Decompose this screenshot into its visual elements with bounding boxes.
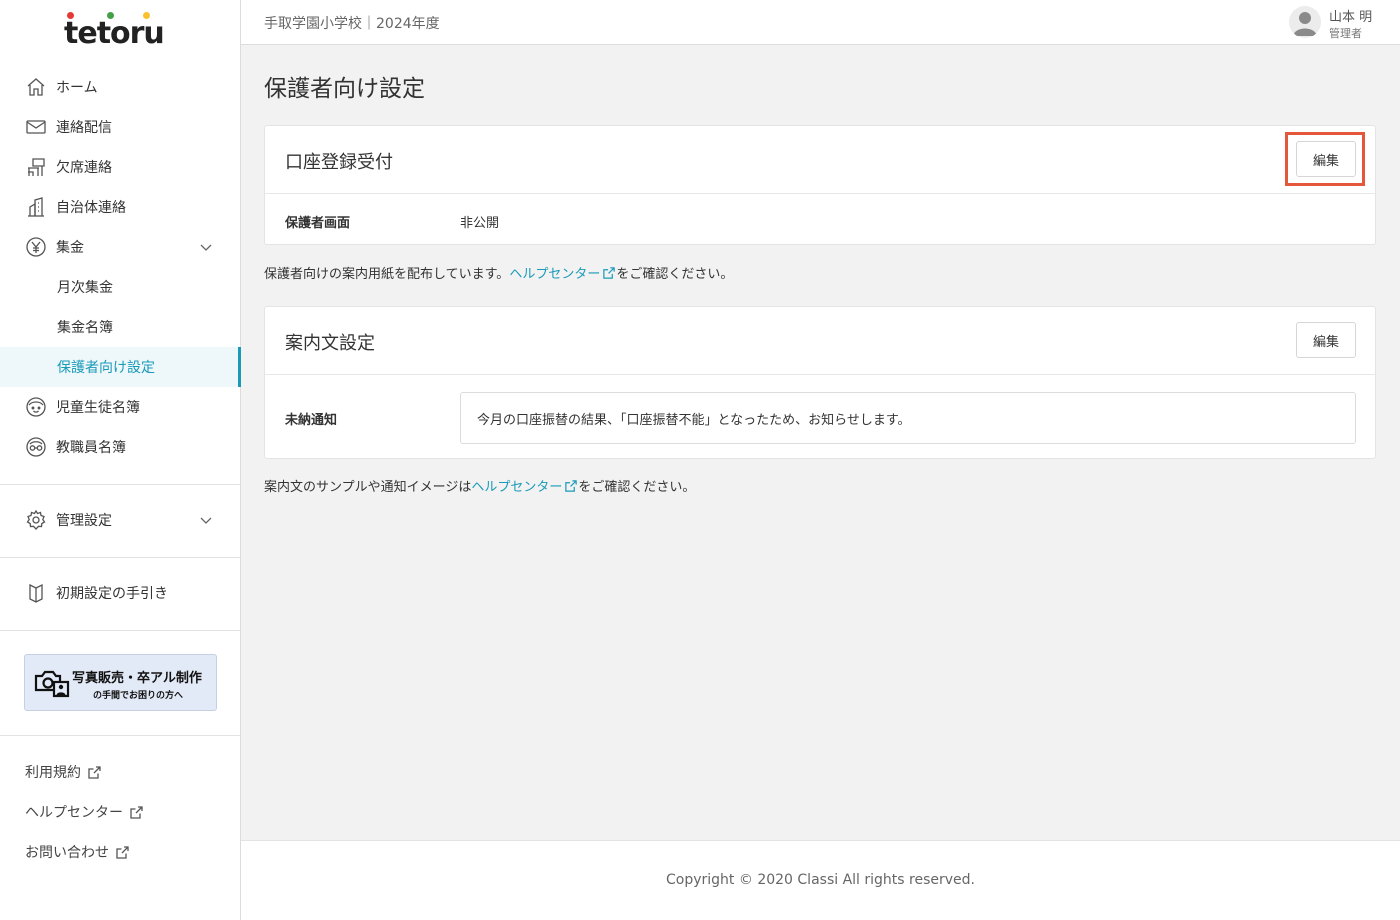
photo-sales-banner[interactable]: 写真販売・卒アル制作 の手間でお困りの方へ <box>24 654 217 711</box>
logo-dot-red <box>67 12 74 19</box>
unpaid-notice-value: 今月の口座振替の結果、「口座振替不能」となったため、お知らせします。 <box>477 413 911 428</box>
yen-icon <box>25 236 47 258</box>
sidebar-item-collection[interactable]: 集金 <box>0 227 240 267</box>
sidebar-item-municipality[interactable]: 自治体連絡 <box>0 187 240 227</box>
note-text: をご確認ください。 <box>616 267 734 282</box>
sidebar-item-label: ホーム <box>56 80 98 96</box>
logo-text: tetoru <box>64 16 165 51</box>
guide-text-card: 案内文設定 編集 未納通知 今月の口座振替の結果、「口座振替不能」となったため、… <box>264 306 1376 459</box>
sidebar-item-label: 月次集金 <box>57 280 113 296</box>
sidebar-item-label: 集金 <box>56 240 84 256</box>
school-name: 手取学園小学校｜2024年度 <box>264 16 440 32</box>
sidebar-item-monthly-collection[interactable]: 月次集金 <box>0 267 240 307</box>
sidebar-item-messages[interactable]: 連絡配信 <box>0 107 240 147</box>
home-icon <box>25 76 47 98</box>
edit-button[interactable]: 編集 <box>1296 141 1356 177</box>
card-title: 口座登録受付 <box>285 152 393 173</box>
guardian-screen-value: 非公開 <box>460 216 500 231</box>
sidebar-item-guardian-settings[interactable]: 保護者向け設定 <box>0 347 241 387</box>
sidebar-divider <box>0 735 240 736</box>
sidebar-item-setup-guide[interactable]: 初期設定の手引き <box>0 573 240 613</box>
chevron-down-icon[interactable] <box>200 514 212 526</box>
user-avatar[interactable] <box>1289 6 1321 38</box>
mail-icon <box>25 116 47 138</box>
guardian-screen-label: 保護者画面 <box>285 216 351 231</box>
edit-button[interactable]: 編集 <box>1296 322 1356 358</box>
user-icon <box>1293 12 1317 36</box>
sidebar-item-absence[interactable]: 欠席連絡 <box>0 147 240 187</box>
card-header: 口座登録受付 編集 <box>265 126 1375 194</box>
sidebar-item-home[interactable]: ホーム <box>0 67 240 107</box>
terms-link-label: 利用規約 <box>25 765 81 781</box>
card-title: 案内文設定 <box>285 333 375 354</box>
unpaid-notice-label: 未納通知 <box>285 413 338 428</box>
copyright: Copyright © 2020 Classi All rights reser… <box>666 872 975 888</box>
sidebar-item-label: 自治体連絡 <box>56 200 126 216</box>
page-title: 保護者向け設定 <box>264 76 425 102</box>
note-text: をご確認ください。 <box>578 480 696 495</box>
student-icon <box>25 396 47 418</box>
sidebar-divider <box>0 484 240 485</box>
book-icon <box>25 582 47 604</box>
sidebar-item-label: 児童生徒名簿 <box>56 400 140 416</box>
logo-dot-green <box>107 12 114 19</box>
external-link-icon <box>88 765 101 779</box>
card-header: 案内文設定 編集 <box>265 307 1375 375</box>
note-text: 案内文のサンプルや通知イメージは <box>264 480 472 495</box>
external-link-icon <box>130 805 143 819</box>
account-registration-card: 口座登録受付 編集 保護者画面 非公開 <box>264 125 1376 245</box>
sidebar-item-collection-list[interactable]: 集金名簿 <box>0 307 240 347</box>
external-link-icon <box>116 845 129 859</box>
sidebar-item-label: 欠席連絡 <box>56 160 112 176</box>
help-center-link-label: ヘルプセンター <box>509 267 601 282</box>
main-content: 保護者向け設定 口座登録受付 編集 保護者画面 非公開 保護者向けの案内用紙を配… <box>241 45 1400 840</box>
help-center-link[interactable]: ヘルプセンター <box>471 476 578 495</box>
sidebar-item-label: 初期設定の手引き <box>56 586 168 602</box>
sidebar-item-label: 集金名簿 <box>57 320 113 336</box>
tetoru-logo[interactable]: tetoru <box>64 12 180 51</box>
logo-dot-yellow <box>143 12 150 19</box>
external-link-icon <box>565 479 578 492</box>
sidebar-item-label: 保護者向け設定 <box>57 360 155 376</box>
user-role: 管理者 <box>1329 27 1362 40</box>
sidebar-item-label: 連絡配信 <box>56 120 112 136</box>
help-center-link-label: ヘルプセンター <box>471 480 563 495</box>
teacher-icon <box>25 436 47 458</box>
help-center-link-label: ヘルプセンター <box>25 805 123 821</box>
sidebar-item-students[interactable]: 児童生徒名簿 <box>0 387 240 427</box>
gear-icon <box>25 509 47 531</box>
help-center-link[interactable]: ヘルプセンター <box>25 802 144 822</box>
help-note: 案内文のサンプルや通知イメージは ヘルプセンター をご確認ください。 <box>264 476 695 495</box>
sidebar-item-label: 教職員名簿 <box>56 440 126 456</box>
sidebar-divider <box>0 630 240 631</box>
note-text: 保護者向けの案内用紙を配布しています。 <box>264 267 510 282</box>
page-footer: Copyright © 2020 Classi All rights reser… <box>241 840 1400 920</box>
contact-link-label: お問い合わせ <box>25 845 109 861</box>
help-note: 保護者向けの案内用紙を配布しています。 ヘルプセンター をご確認ください。 <box>264 263 733 282</box>
sidebar-item-admin-settings[interactable]: 管理設定 <box>0 500 240 540</box>
chevron-down-icon[interactable] <box>200 241 212 253</box>
desk-icon <box>25 156 47 178</box>
banner-title: 写真販売・卒アル制作 <box>72 671 202 686</box>
sidebar-divider <box>0 557 240 558</box>
sidebar-item-teachers[interactable]: 教職員名簿 <box>0 427 240 467</box>
banner-subtitle: の手間でお困りの方へ <box>93 691 184 701</box>
help-center-link[interactable]: ヘルプセンター <box>509 263 616 282</box>
terms-link[interactable]: 利用規約 <box>25 762 102 782</box>
camera-icon <box>34 670 70 698</box>
sidebar-item-label: 管理設定 <box>56 513 112 529</box>
contact-link[interactable]: お問い合わせ <box>25 842 130 862</box>
external-link-icon <box>603 266 616 279</box>
user-name[interactable]: 山本 明 <box>1329 6 1372 25</box>
sidebar: tetoru ホーム 連絡配信 欠席連絡 自治体連絡 集金 月次集金 集金名簿 … <box>0 0 241 920</box>
building-icon <box>25 196 47 218</box>
top-bar: 手取学園小学校｜2024年度 山本 明 管理者 <box>241 0 1400 45</box>
unpaid-notice-text: 今月の口座振替の結果、「口座振替不能」となったため、お知らせします。 <box>460 392 1356 444</box>
